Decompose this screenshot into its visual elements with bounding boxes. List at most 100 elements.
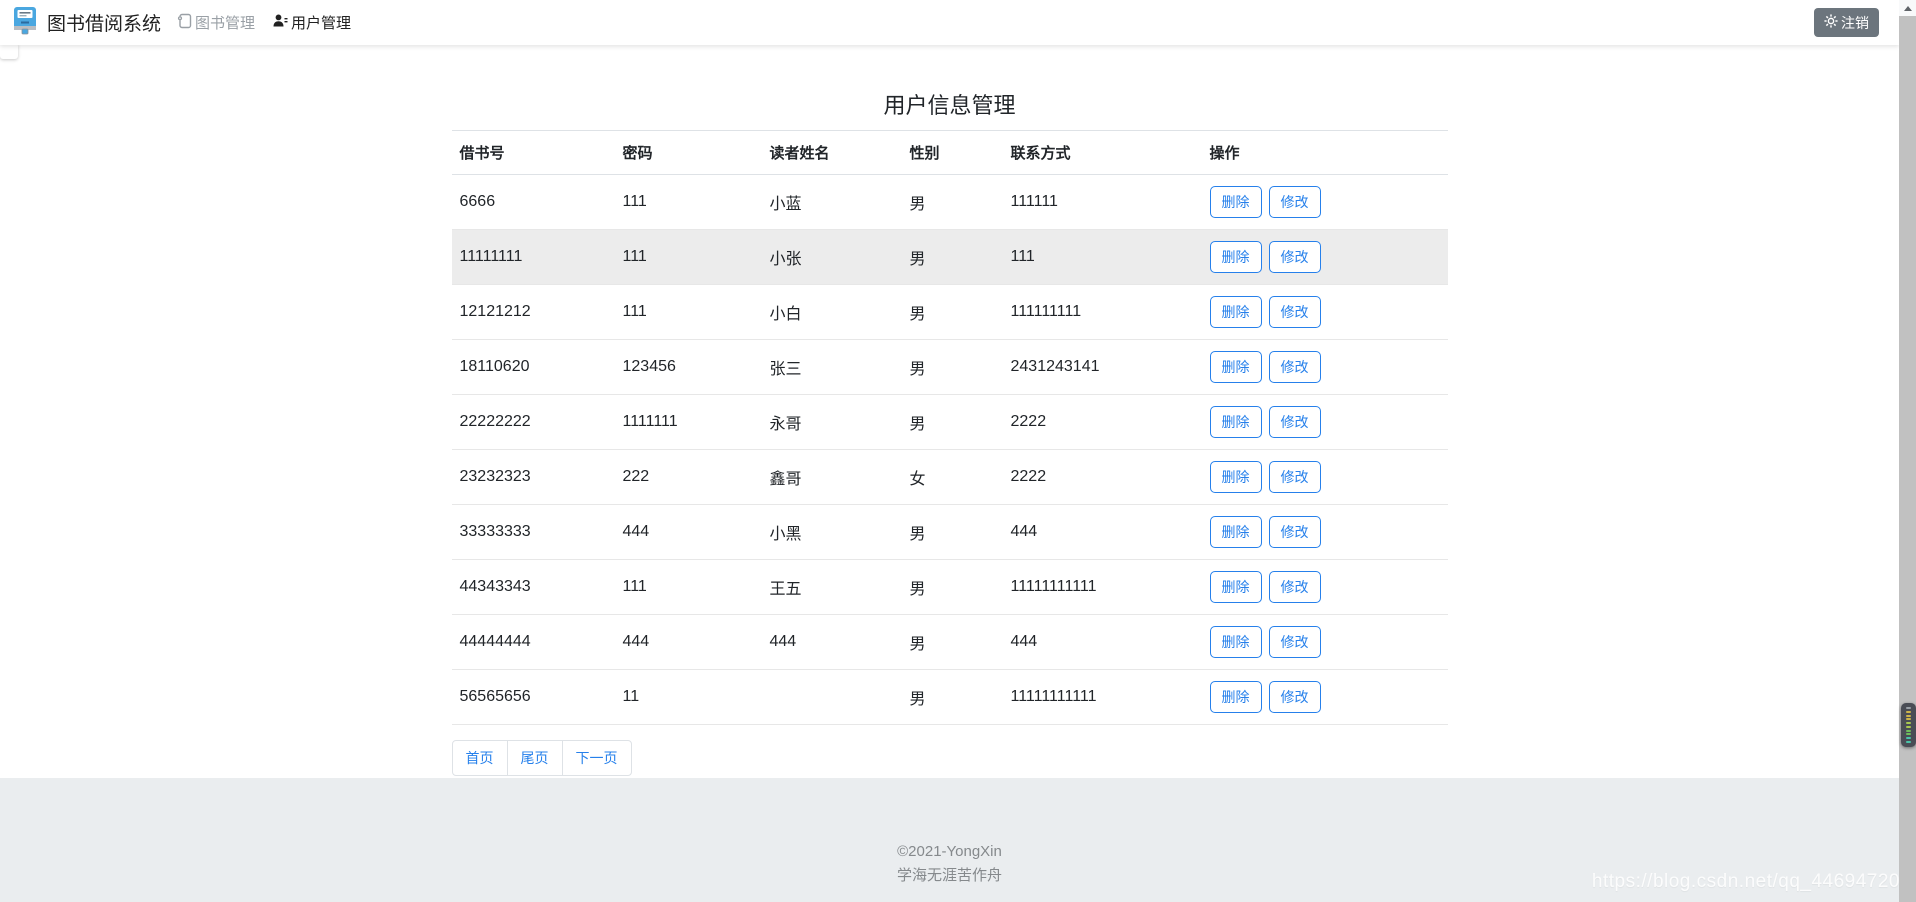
- cell-gender: 男: [902, 175, 1003, 230]
- column-header-contact: 联系方式: [1003, 131, 1202, 175]
- cell-borrow-id: 12121212: [452, 285, 615, 340]
- page-viewport: 图书借阅系统 图书管理: [0, 0, 1899, 902]
- scroll-up-button[interactable]: [1899, 0, 1916, 16]
- edit-button[interactable]: 修改: [1269, 406, 1321, 438]
- gear-icon: [1824, 14, 1838, 31]
- delete-button[interactable]: 删除: [1210, 571, 1262, 603]
- column-header-gender: 性别: [902, 131, 1003, 175]
- delete-button[interactable]: 删除: [1210, 461, 1262, 493]
- column-header-actions: 操作: [1202, 131, 1448, 175]
- book-outline-icon: [177, 13, 192, 33]
- page-last-button[interactable]: 尾页: [507, 740, 563, 776]
- cell-password: 444: [615, 505, 762, 560]
- cell-borrow-id: 6666: [452, 175, 615, 230]
- up-arrow-icon: [1904, 6, 1912, 11]
- edit-button[interactable]: 修改: [1269, 571, 1321, 603]
- cell-contact: 444: [1003, 505, 1202, 560]
- cell-reader-name: 张三: [762, 340, 902, 395]
- edit-button[interactable]: 修改: [1269, 296, 1321, 328]
- cell-gender: 男: [902, 560, 1003, 615]
- table-row: 6666111小蓝男111111删除修改: [452, 175, 1448, 230]
- delete-button[interactable]: 删除: [1210, 186, 1262, 218]
- delete-button[interactable]: 删除: [1210, 681, 1262, 713]
- main-content: 用户信息管理 借书号 密码 读者姓名 性别 联系方式 操作 6666111小蓝男…: [452, 88, 1448, 776]
- cell-password: 444: [615, 615, 762, 670]
- cell-password: 111: [615, 285, 762, 340]
- cell-borrow-id: 44444444: [452, 615, 615, 670]
- table-row: 18110620123456张三男2431243141删除修改: [452, 340, 1448, 395]
- cell-contact: 2222: [1003, 450, 1202, 505]
- cell-gender: 男: [902, 505, 1003, 560]
- page-first-button[interactable]: 首页: [452, 740, 508, 776]
- nav-item-label: 图书管理: [195, 12, 255, 33]
- delete-button[interactable]: 删除: [1210, 241, 1262, 273]
- cell-reader-name: 小黑: [762, 505, 902, 560]
- navbar: 图书借阅系统 图书管理: [0, 0, 1899, 45]
- cell-borrow-id: 22222222: [452, 395, 615, 450]
- app-title: 图书借阅系统: [47, 9, 161, 36]
- delete-button[interactable]: 删除: [1210, 351, 1262, 383]
- cell-password: 222: [615, 450, 762, 505]
- logout-button[interactable]: 注销: [1814, 8, 1879, 37]
- cell-contact: 111111: [1003, 175, 1202, 230]
- cell-borrow-id: 44343343: [452, 560, 615, 615]
- cell-gender: 男: [902, 340, 1003, 395]
- cell-borrow-id: 56565656: [452, 670, 615, 725]
- nav-item-label: 用户管理: [291, 12, 351, 33]
- delete-button[interactable]: 删除: [1210, 406, 1262, 438]
- nav-item-user-management[interactable]: 用户管理: [273, 12, 351, 33]
- cell-gender: 男: [902, 230, 1003, 285]
- scrollbar[interactable]: [1899, 0, 1916, 902]
- cell-actions: 删除修改: [1202, 670, 1448, 725]
- cell-reader-name: 小蓝: [762, 175, 902, 230]
- cell-gender: 男: [902, 670, 1003, 725]
- person-icon: [273, 13, 288, 32]
- pagination: 首页 尾页 下一页: [452, 740, 632, 776]
- edit-button[interactable]: 修改: [1269, 461, 1321, 493]
- cell-reader-name: 小张: [762, 230, 902, 285]
- watermark: https://blog.csdn.net/qq_44694720: [1592, 871, 1900, 893]
- cell-actions: 删除修改: [1202, 340, 1448, 395]
- delete-button[interactable]: 删除: [1210, 296, 1262, 328]
- cell-borrow-id: 11111111: [452, 230, 615, 285]
- cell-gender: 男: [902, 395, 1003, 450]
- cell-gender: 女: [902, 450, 1003, 505]
- cell-contact: 2431243141: [1003, 340, 1202, 395]
- cell-password: 111: [615, 230, 762, 285]
- cell-contact: 11111111111: [1003, 560, 1202, 615]
- cell-actions: 删除修改: [1202, 395, 1448, 450]
- delete-button[interactable]: 删除: [1210, 516, 1262, 548]
- cell-password: 11: [615, 670, 762, 725]
- table-row: 5656565611男11111111111删除修改: [452, 670, 1448, 725]
- scroll-minimap-widget: [1901, 703, 1916, 747]
- cell-reader-name: 鑫哥: [762, 450, 902, 505]
- edit-button[interactable]: 修改: [1269, 626, 1321, 658]
- cell-password: 1111111: [615, 395, 762, 450]
- table-row: 222222221111111永哥男2222删除修改: [452, 395, 1448, 450]
- delete-button[interactable]: 删除: [1210, 626, 1262, 658]
- cell-actions: 删除修改: [1202, 175, 1448, 230]
- cell-borrow-id: 23232323: [452, 450, 615, 505]
- edit-button[interactable]: 修改: [1269, 351, 1321, 383]
- cell-contact: 111: [1003, 230, 1202, 285]
- edit-button[interactable]: 修改: [1269, 241, 1321, 273]
- brand: 图书借阅系统: [12, 6, 161, 40]
- cell-contact: 2222: [1003, 395, 1202, 450]
- cell-password: 123456: [615, 340, 762, 395]
- cell-password: 111: [615, 175, 762, 230]
- cell-gender: 男: [902, 285, 1003, 340]
- app-logo-icon: [12, 6, 38, 40]
- column-header-borrow-id: 借书号: [452, 131, 615, 175]
- cell-reader-name: 小白: [762, 285, 902, 340]
- nav-item-book-management[interactable]: 图书管理: [177, 12, 255, 33]
- table-row: 12121212111小白男111111111删除修改: [452, 285, 1448, 340]
- edit-button[interactable]: 修改: [1269, 186, 1321, 218]
- edit-button[interactable]: 修改: [1269, 681, 1321, 713]
- edit-button[interactable]: 修改: [1269, 516, 1321, 548]
- scrollbar-thumb[interactable]: [1899, 16, 1916, 902]
- cell-contact: 111111111: [1003, 285, 1202, 340]
- corner-widget: [0, 43, 18, 59]
- cell-actions: 删除修改: [1202, 450, 1448, 505]
- page-next-button[interactable]: 下一页: [562, 740, 632, 776]
- page-title: 用户信息管理: [452, 88, 1448, 120]
